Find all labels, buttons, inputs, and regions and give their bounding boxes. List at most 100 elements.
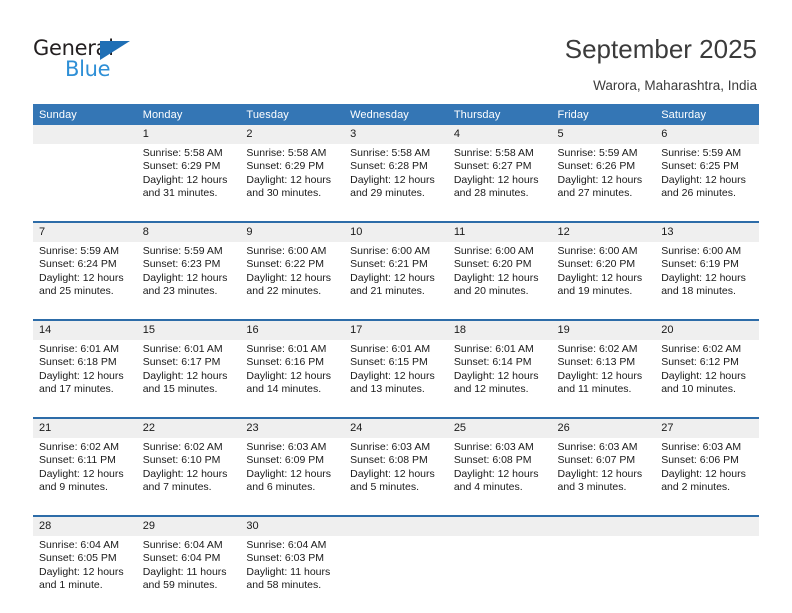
day-number[interactable]: 20 (655, 319, 759, 340)
day-number[interactable]: 17 (344, 319, 448, 340)
day-number-empty (447, 515, 552, 536)
day-detail-line: Daylight: 11 hours (142, 565, 227, 578)
day-cell[interactable]: Sunrise: 6:03 AM Sunset: 6:07 PM Daylight:… (551, 438, 656, 516)
day-number[interactable]: 5 (551, 125, 656, 144)
calendar-week-details: Sunrise: 6:04 AM Sunset: 6:05 PM Daylight:… (33, 536, 759, 613)
day-number[interactable]: 30 (240, 515, 345, 536)
day-number[interactable]: 2 (240, 125, 345, 144)
day-detail-line: Sunset: 6:15 PM (350, 356, 428, 369)
day-cell[interactable]: Sunrise: 5:58 AM Sunset: 6:27 PM Daylight:… (447, 144, 552, 222)
calendar-week-daynumbers: 28 29 30 (33, 515, 759, 536)
day-detail-line: Sunrise: 6:03 AM (557, 441, 638, 453)
weekday-header-thursday: Thursday (447, 104, 552, 125)
day-detail-line: and 18 minutes. (661, 285, 736, 298)
day-detail-line: and 28 minutes. (453, 187, 529, 200)
day-number[interactable]: 11 (447, 221, 552, 242)
day-detail-line: and 3 minutes. (557, 481, 627, 494)
day-number[interactable]: 8 (136, 221, 241, 242)
day-cell[interactable]: Sunrise: 5:58 AM Sunset: 6:28 PM Daylight:… (344, 144, 448, 222)
day-cell[interactable]: Sunrise: 5:58 AM Sunset: 6:29 PM Daylight:… (136, 144, 241, 222)
day-detail-line: and 6 minutes. (246, 481, 316, 494)
day-cell[interactable]: Sunrise: 6:02 AM Sunset: 6:10 PM Daylight:… (136, 438, 241, 516)
day-detail-line: and 58 minutes. (246, 579, 322, 592)
day-detail-line: and 31 minutes. (142, 187, 218, 200)
day-cell[interactable]: Sunrise: 6:03 AM Sunset: 6:06 PM Daylight:… (655, 438, 759, 516)
calendar-table: Sunday Monday Tuesday Wednesday Thursday… (33, 104, 759, 613)
day-detail-line: and 1 minute. (39, 579, 103, 592)
day-cell[interactable]: Sunrise: 6:00 AM Sunset: 6:19 PM Daylight:… (655, 242, 759, 320)
day-number[interactable]: 16 (240, 319, 345, 340)
day-number[interactable]: 19 (551, 319, 656, 340)
day-cell[interactable]: Sunrise: 5:59 AM Sunset: 6:25 PM Daylight:… (655, 144, 759, 222)
day-detail-line: Sunrise: 6:02 AM (661, 343, 742, 355)
day-cell[interactable]: Sunrise: 6:04 AM Sunset: 6:05 PM Daylight:… (33, 536, 137, 613)
day-number[interactable]: 23 (240, 417, 345, 438)
general-blue-logo[interactable]: General Blue (33, 36, 193, 84)
day-detail-line: and 20 minutes. (453, 285, 529, 298)
day-detail-line: Daylight: 12 hours (39, 271, 124, 284)
day-cell[interactable]: Sunrise: 5:59 AM Sunset: 6:24 PM Daylight:… (33, 242, 137, 320)
day-detail-line: Daylight: 12 hours (453, 173, 539, 186)
day-cell[interactable]: Sunrise: 5:58 AM Sunset: 6:29 PM Daylight:… (240, 144, 345, 222)
day-number[interactable]: 22 (136, 417, 241, 438)
day-cell[interactable]: Sunrise: 6:00 AM Sunset: 6:22 PM Daylight:… (240, 242, 345, 320)
day-cell[interactable]: Sunrise: 6:02 AM Sunset: 6:13 PM Daylight:… (551, 340, 656, 418)
calendar-week-daynumbers: 7 8 9 10 11 12 13 (33, 221, 759, 242)
day-detail-line: Daylight: 12 hours (661, 173, 746, 186)
day-number[interactable]: 29 (136, 515, 241, 536)
day-cell[interactable]: Sunrise: 6:01 AM Sunset: 6:14 PM Daylight:… (447, 340, 552, 418)
day-number[interactable]: 1 (136, 125, 241, 144)
day-number[interactable]: 26 (551, 417, 656, 438)
day-cell[interactable]: Sunrise: 6:03 AM Sunset: 6:09 PM Daylight:… (240, 438, 345, 516)
day-detail-line: and 23 minutes. (142, 285, 218, 298)
day-detail-line: Sunrise: 6:00 AM (661, 245, 742, 257)
day-number[interactable]: 7 (33, 221, 137, 242)
day-cell[interactable]: Sunrise: 6:00 AM Sunset: 6:20 PM Daylight:… (551, 242, 656, 320)
day-number[interactable]: 15 (136, 319, 241, 340)
day-detail-line: and 5 minutes. (350, 481, 419, 494)
day-cell[interactable]: Sunrise: 6:04 AM Sunset: 6:03 PM Daylight:… (240, 536, 345, 613)
day-number[interactable]: 6 (655, 125, 759, 144)
day-cell[interactable]: Sunrise: 5:59 AM Sunset: 6:23 PM Daylight:… (136, 242, 241, 320)
day-number[interactable]: 27 (655, 417, 759, 438)
day-detail-line: Sunrise: 5:59 AM (142, 245, 223, 257)
day-number[interactable]: 10 (344, 221, 448, 242)
day-number-empty (33, 125, 137, 144)
day-detail-line: Sunset: 6:18 PM (39, 356, 117, 369)
day-number[interactable]: 3 (344, 125, 448, 144)
day-cell[interactable]: Sunrise: 6:02 AM Sunset: 6:12 PM Daylight:… (655, 340, 759, 418)
day-cell-empty (447, 536, 552, 613)
day-detail-line: Sunset: 6:13 PM (557, 356, 636, 369)
day-cell[interactable]: Sunrise: 6:01 AM Sunset: 6:16 PM Daylight:… (240, 340, 345, 418)
day-number[interactable]: 9 (240, 221, 345, 242)
day-number[interactable]: 4 (447, 125, 552, 144)
day-number[interactable]: 24 (344, 417, 448, 438)
day-detail-line: Sunset: 6:12 PM (661, 356, 739, 369)
day-number[interactable]: 18 (447, 319, 552, 340)
day-detail-line: Sunrise: 6:03 AM (350, 441, 431, 453)
calendar-week-details: Sunrise: 5:58 AM Sunset: 6:29 PM Daylight:… (33, 144, 759, 222)
day-cell[interactable]: Sunrise: 6:03 AM Sunset: 6:08 PM Daylight:… (344, 438, 448, 516)
day-detail-line: Daylight: 12 hours (142, 271, 228, 284)
day-detail-line: Sunset: 6:06 PM (661, 454, 739, 467)
day-detail-line: Sunset: 6:25 PM (661, 160, 739, 173)
day-cell[interactable]: Sunrise: 6:00 AM Sunset: 6:21 PM Daylight:… (344, 242, 448, 320)
day-cell[interactable]: Sunrise: 6:00 AM Sunset: 6:20 PM Daylight:… (447, 242, 552, 320)
day-number[interactable]: 14 (33, 319, 137, 340)
day-detail-line: Daylight: 12 hours (557, 369, 643, 382)
day-cell[interactable]: Sunrise: 6:04 AM Sunset: 6:04 PM Daylight:… (136, 536, 241, 613)
day-cell[interactable]: Sunrise: 6:01 AM Sunset: 6:15 PM Daylight:… (344, 340, 448, 418)
day-cell[interactable]: Sunrise: 5:59 AM Sunset: 6:26 PM Daylight:… (551, 144, 656, 222)
day-cell[interactable]: Sunrise: 6:01 AM Sunset: 6:18 PM Daylight:… (33, 340, 137, 418)
day-cell[interactable]: Sunrise: 6:01 AM Sunset: 6:17 PM Daylight:… (136, 340, 241, 418)
day-number[interactable]: 21 (33, 417, 137, 438)
day-cell[interactable]: Sunrise: 6:02 AM Sunset: 6:11 PM Daylight:… (33, 438, 137, 516)
weekday-header-tuesday: Tuesday (240, 104, 345, 125)
day-cell[interactable]: Sunrise: 6:03 AM Sunset: 6:08 PM Daylight:… (447, 438, 552, 516)
day-detail-line: Daylight: 12 hours (142, 467, 228, 480)
day-number[interactable]: 28 (33, 515, 137, 536)
day-number[interactable]: 13 (655, 221, 759, 242)
day-number[interactable]: 25 (447, 417, 552, 438)
day-number[interactable]: 12 (551, 221, 656, 242)
calendar-week-daynumbers: 21 22 23 24 25 26 27 (33, 417, 759, 438)
